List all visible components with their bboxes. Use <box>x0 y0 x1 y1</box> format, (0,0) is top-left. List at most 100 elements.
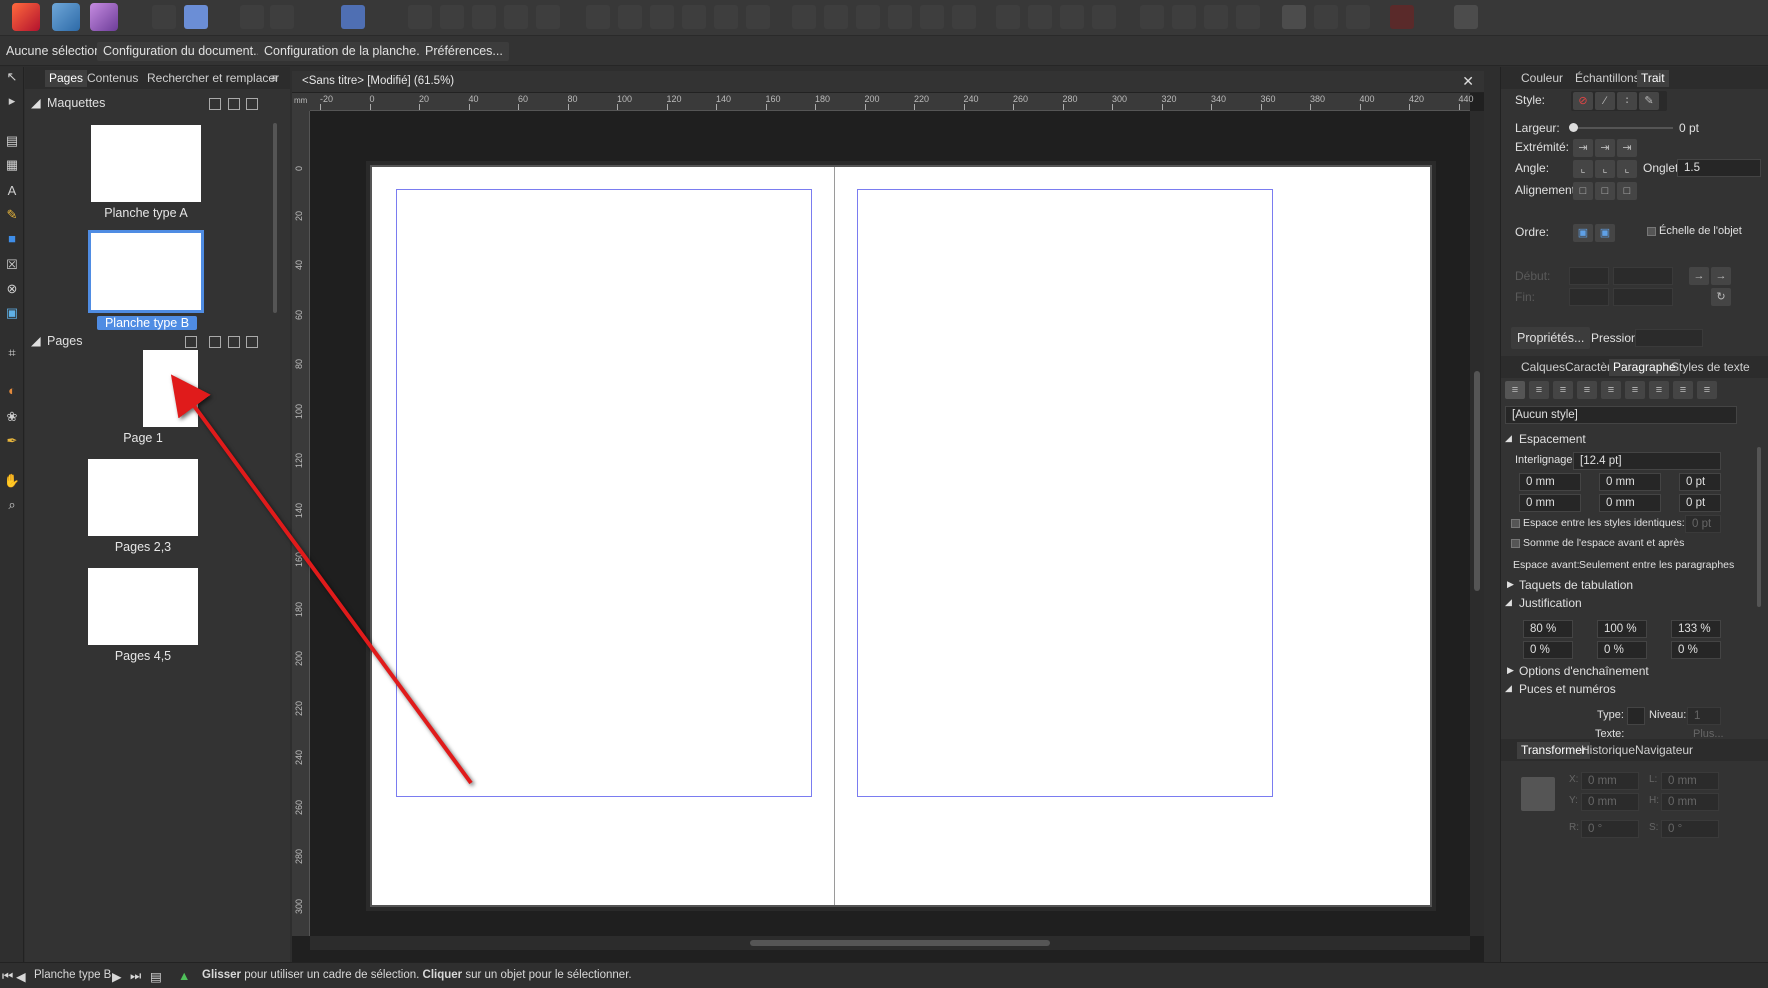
publisher-persona-icon[interactable] <box>12 3 40 31</box>
align-outside-stroke-icon[interactable]: □ <box>1617 182 1637 200</box>
picture-frame-tool-icon[interactable]: ☒ <box>2 255 22 275</box>
tab-color[interactable]: Couleur <box>1517 70 1567 87</box>
distribute-h-icon[interactable] <box>792 5 816 29</box>
next-page-icon[interactable]: ▶ <box>112 969 122 984</box>
pages-section-toggle[interactable]: ◢ <box>31 333 41 348</box>
stroke-front-icon[interactable]: ▣ <box>1595 224 1615 242</box>
eyedropper-tool-icon[interactable]: ✒ <box>2 431 22 451</box>
vertical-ruler[interactable]: 0 20 40 60 80 100 120 140 160 180 200 220 240 260 280 3… <box>292 111 310 936</box>
first-page-icon[interactable]: ⏮ <box>2 969 13 984</box>
width-value[interactable]: 0 pt <box>1679 121 1699 135</box>
shear-input[interactable]: 0 ° <box>1661 820 1719 838</box>
properties-button[interactable]: Propriétés... <box>1511 327 1591 349</box>
arrow-start-icon[interactable]: → <box>1689 267 1709 285</box>
document-setup-button[interactable]: Configuration du document... <box>97 42 270 61</box>
text-flow-icon[interactable] <box>341 5 365 29</box>
align-towards-spine-icon[interactable]: ≡ <box>1673 381 1693 399</box>
tab-stops-toggle[interactable]: ▶ <box>1507 579 1514 590</box>
space-after-input[interactable]: 0 pt <box>1679 494 1721 512</box>
bullets-toggle[interactable]: ◢ <box>1505 683 1512 694</box>
pin-icon[interactable] <box>240 5 264 29</box>
boolean-subtract-icon[interactable] <box>504 5 528 29</box>
align-middle-icon[interactable] <box>714 5 738 29</box>
align-away-spine-icon[interactable]: ≡ <box>1697 381 1717 399</box>
horizontal-ruler[interactable]: -20 0 20 40 60 80 100 120 140 160 180 200 220 240 260 2… <box>310 93 1474 111</box>
pages-2-3-thumbnail[interactable] <box>88 459 198 536</box>
width-input[interactable]: 0 mm <box>1661 772 1719 790</box>
no-stroke-icon[interactable]: ⊘ <box>1573 92 1593 110</box>
solid-stroke-icon[interactable]: ∕ <box>1595 92 1615 110</box>
tab-history[interactable]: Historique <box>1577 742 1639 759</box>
same-style-input[interactable]: 0 pt <box>1685 515 1721 533</box>
height-input[interactable]: 0 mm <box>1661 793 1719 811</box>
pages-4-5-thumbnail[interactable] <box>88 568 198 645</box>
tab-contents[interactable]: Contenus <box>83 70 142 87</box>
letter-spacing-desired-input[interactable]: 0 % <box>1597 641 1647 659</box>
align-left-icon[interactable] <box>586 5 610 29</box>
assistant-icon[interactable] <box>1454 5 1478 29</box>
lock-icon[interactable] <box>1060 5 1084 29</box>
align-left-text-icon[interactable]: ≡ <box>1505 381 1525 399</box>
last-page-icon[interactable]: ⏭ <box>130 969 141 984</box>
spacing-toggle[interactable]: ◢ <box>1505 433 1512 444</box>
fill-tool-icon[interactable]: ◐ <box>2 381 22 401</box>
flip-v-icon[interactable] <box>952 5 976 29</box>
current-page-name[interactable]: Planche type B <box>34 969 111 981</box>
swap-arrows-icon[interactable]: ↻ <box>1711 288 1731 306</box>
duplicate-page-icon[interactable] <box>228 336 240 348</box>
align-bottom-icon[interactable] <box>746 5 770 29</box>
tab-pages[interactable]: Pages <box>45 70 88 87</box>
space-v-icon[interactable] <box>888 5 912 29</box>
first-line-indent-input[interactable]: 0 mm <box>1519 494 1581 512</box>
ungroup-icon[interactable] <box>1028 5 1052 29</box>
delete-page-icon[interactable] <box>246 336 258 348</box>
align-inside-stroke-icon[interactable]: □ <box>1595 182 1615 200</box>
tab-swatches[interactable]: Échantillons <box>1571 70 1644 87</box>
same-style-checkbox[interactable] <box>1511 519 1520 528</box>
justify-left-icon[interactable]: ≡ <box>1577 381 1597 399</box>
text-frame-tool-icon[interactable]: ▤ <box>2 131 22 151</box>
canvas[interactable] <box>310 111 1470 936</box>
last-line-indent-input[interactable]: 0 mm <box>1599 494 1661 512</box>
butt-cap-icon[interactable]: ⇥ <box>1573 139 1593 157</box>
add-master-icon[interactable] <box>209 98 221 110</box>
move-tool-icon[interactable]: ↖ <box>2 67 22 87</box>
x-position-input[interactable]: 0 mm <box>1581 772 1639 790</box>
dashed-stroke-icon[interactable]: ∶ <box>1617 92 1637 110</box>
page-list-icon[interactable]: ▤ <box>150 969 162 984</box>
flip-icon[interactable] <box>1204 5 1228 29</box>
square-cap-icon[interactable]: ⇥ <box>1617 139 1637 157</box>
letter-spacing-max-input[interactable]: 0 % <box>1671 641 1721 659</box>
align-top-icon[interactable] <box>682 5 706 29</box>
end-arrowhead-select[interactable] <box>1569 288 1609 306</box>
boolean-intersect-icon[interactable] <box>536 5 560 29</box>
right-indent-input[interactable]: 0 mm <box>1599 473 1661 491</box>
insert-page-icon[interactable] <box>185 336 197 348</box>
stroke-behind-icon[interactable]: ▣ <box>1573 224 1593 242</box>
frame-icon[interactable] <box>1346 5 1370 29</box>
snapping-magnet-icon[interactable] <box>1390 5 1414 29</box>
previous-page-icon[interactable]: ◀ <box>16 969 26 984</box>
rectangle-tool-icon[interactable]: ■ <box>2 229 22 249</box>
document-tab[interactable]: <Sans titre> [Modifié] (61.5%) ✕ <box>292 71 1484 93</box>
arrange-back-icon[interactable] <box>440 5 464 29</box>
scale-with-object-checkbox[interactable] <box>1647 227 1656 236</box>
arrange-front-icon[interactable] <box>408 5 432 29</box>
rotate-right-icon[interactable] <box>1172 5 1196 29</box>
duplicate-master-icon[interactable] <box>228 98 240 110</box>
width-slider[interactable] <box>1569 123 1673 132</box>
flow-options-title[interactable]: Options d'enchaînement <box>1519 664 1649 678</box>
end-arrowhead-scale[interactable] <box>1613 288 1673 306</box>
transparency-tool-icon[interactable]: ❀ <box>2 407 22 427</box>
boolean-add-icon[interactable] <box>472 5 496 29</box>
snapping-icon[interactable] <box>184 5 208 29</box>
space-before-input[interactable]: 0 pt <box>1679 473 1721 491</box>
bevel-join-icon[interactable]: ⌞ <box>1617 160 1637 178</box>
masters-scrollbar[interactable] <box>273 123 277 313</box>
start-arrowhead-select[interactable] <box>1569 267 1609 285</box>
anchor-point-selector[interactable] <box>1521 777 1555 811</box>
flip-h-icon[interactable] <box>920 5 944 29</box>
masters-section-toggle[interactable]: ◢ <box>31 95 41 110</box>
place-image-tool-icon[interactable]: ▣ <box>2 303 22 323</box>
round-join-icon[interactable]: ⌞ <box>1595 160 1615 178</box>
